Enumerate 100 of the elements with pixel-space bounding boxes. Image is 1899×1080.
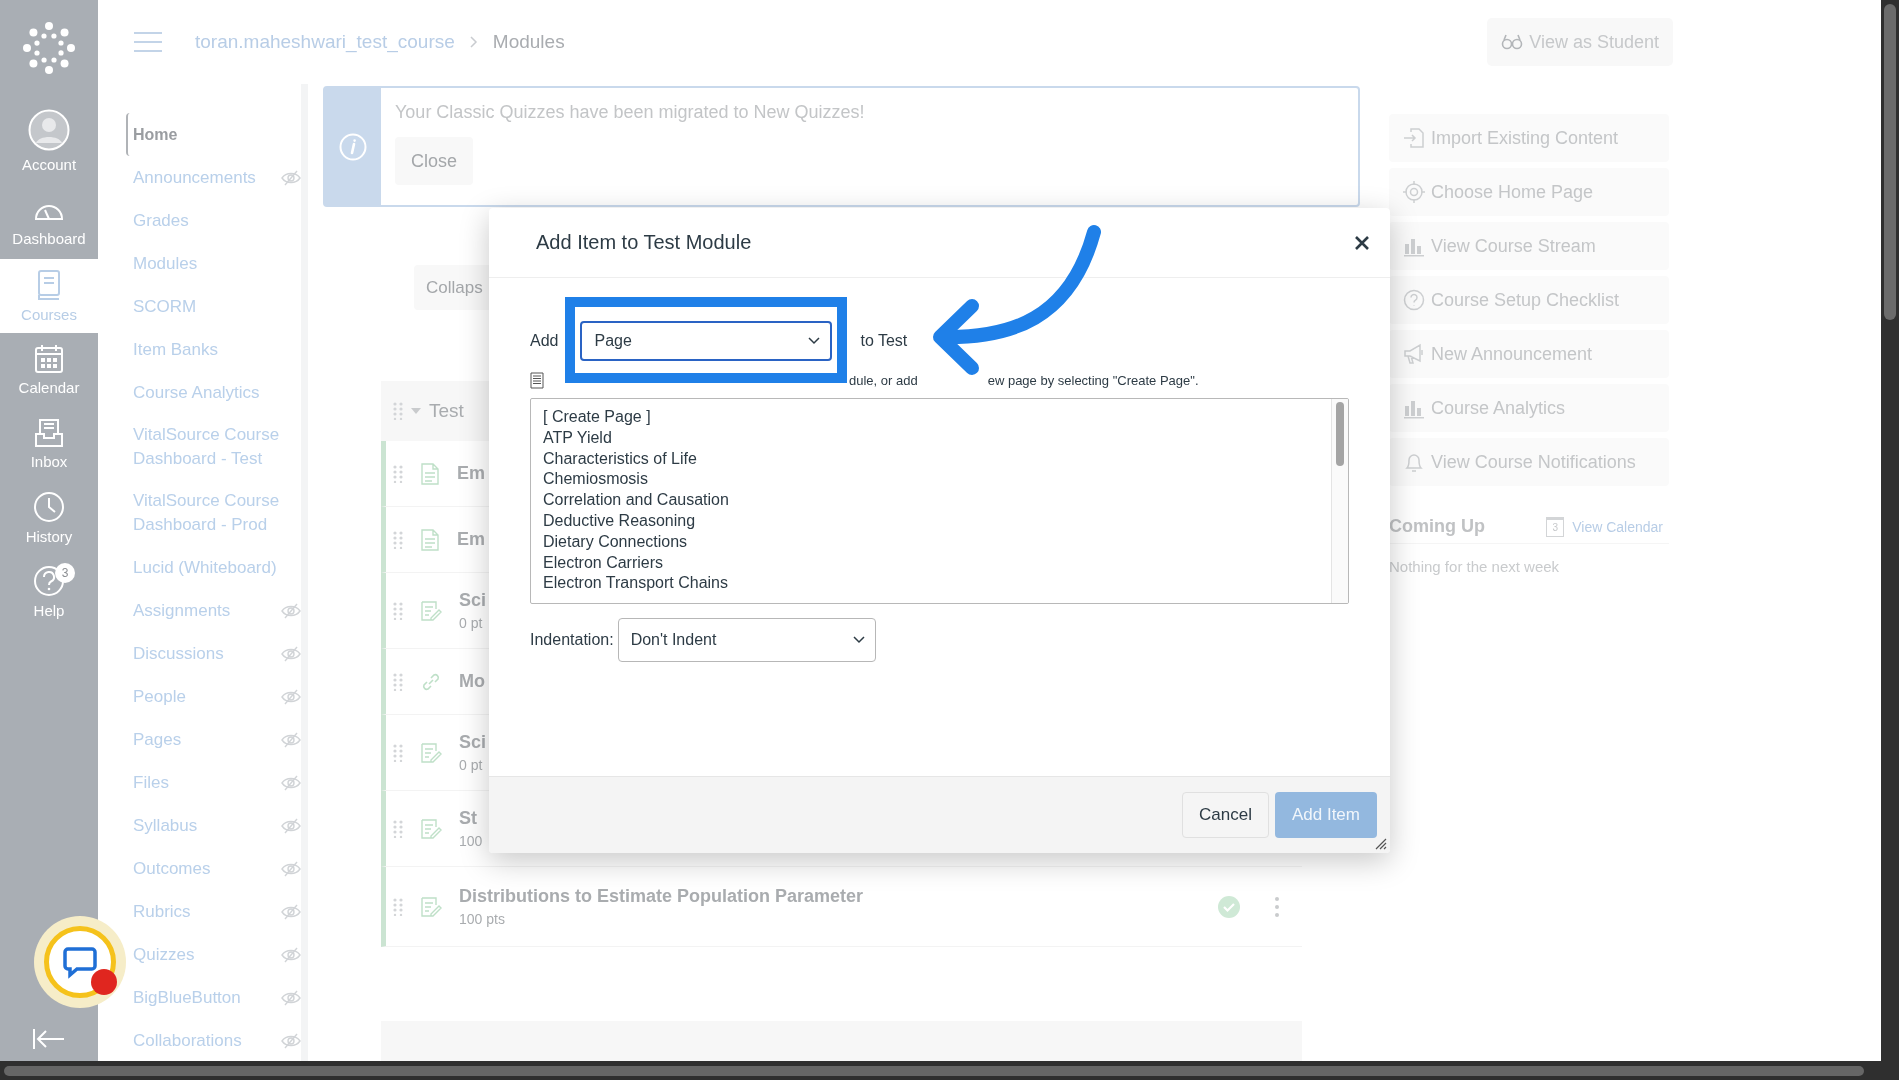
- logo-icon[interactable]: [23, 22, 75, 74]
- notification-dot: [91, 969, 117, 995]
- breadcrumb-link[interactable]: toran.maheshwari_test_course: [195, 31, 455, 53]
- list-option[interactable]: Chemiosmosis: [543, 469, 1319, 491]
- hidden-eye-icon: [281, 860, 301, 877]
- resize-grip-icon[interactable]: [1375, 838, 1387, 850]
- nav-item[interactable]: History: [0, 481, 98, 555]
- avatar-icon: [28, 108, 70, 151]
- module-item-title[interactable]: St: [459, 808, 483, 830]
- drag-handle-icon[interactable]: [393, 530, 403, 549]
- drag-handle-icon[interactable]: [393, 464, 403, 483]
- course-nav-item[interactable]: Assignments: [133, 589, 301, 632]
- list-option[interactable]: ATP Yield: [543, 427, 1319, 449]
- glasses-icon: [1501, 34, 1524, 50]
- course-nav-item[interactable]: Pages: [133, 718, 301, 761]
- course-nav-item[interactable]: Item Banks: [133, 328, 301, 371]
- chevron-down-icon: [808, 337, 821, 345]
- course-nav-item[interactable]: Course Analytics: [133, 371, 301, 414]
- list-option[interactable]: Characteristics of Life: [543, 448, 1319, 470]
- course-nav-item[interactable]: Home: [126, 113, 289, 156]
- close-icon[interactable]: [1354, 234, 1370, 251]
- calendar-icon: 3: [1546, 516, 1565, 537]
- course-nav-item[interactable]: Rubrics: [133, 890, 301, 933]
- more-options-icon[interactable]: [1274, 895, 1280, 918]
- hint-text: ew page by selecting "Create Page".: [987, 372, 1199, 388]
- calendar-icon: [34, 344, 64, 374]
- course-nav-item[interactable]: VitalSource Course Dashboard - Prod: [133, 480, 301, 546]
- indentation-select[interactable]: Don't Indent: [617, 618, 876, 662]
- book-icon: [35, 269, 63, 301]
- close-button[interactable]: Close: [395, 137, 474, 185]
- nav-item[interactable]: Dashboard: [0, 185, 98, 259]
- drag-handle-icon[interactable]: [393, 743, 403, 762]
- module-item-title[interactable]: Mo: [459, 671, 485, 693]
- import-icon: [1403, 127, 1425, 149]
- page-list[interactable]: [ Create Page ] ATP Yield Characteristics of Life Chemiosmosis Correlation and Causation Deductive Reasoning Dietary Connections Electron Carriers Electron Transport Chains: [530, 398, 1349, 604]
- scrollbar-thumb[interactable]: [1336, 402, 1344, 466]
- hidden-eye-icon: [281, 903, 301, 920]
- module-item-title[interactable]: Sci: [459, 590, 487, 612]
- list-option[interactable]: [ Create Page ]: [543, 407, 1319, 428]
- list-option[interactable]: Electron Transport Chains: [543, 573, 1319, 595]
- course-nav-item[interactable]: BigBlueButton: [133, 976, 301, 1019]
- list-option[interactable]: Electron Carriers: [543, 552, 1319, 574]
- clock-icon: [33, 491, 65, 523]
- drag-handle-icon[interactable]: [393, 402, 403, 421]
- collapse-icon[interactable]: [32, 1028, 66, 1050]
- module-item-title[interactable]: Em: [457, 529, 485, 551]
- drag-handle-icon[interactable]: [393, 897, 403, 916]
- hidden-eye-icon: [281, 688, 301, 705]
- list-option[interactable]: Deductive Reasoning: [543, 511, 1319, 532]
- course-nav-item[interactable]: People: [133, 675, 301, 718]
- course-nav-item[interactable]: Announcements: [133, 156, 301, 199]
- hidden-eye-icon: [281, 817, 301, 834]
- caret-icon[interactable]: [411, 407, 421, 416]
- breadcrumb-current: Modules: [492, 31, 565, 53]
- course-nav-item[interactable]: Syllabus: [133, 804, 301, 847]
- course-nav-item[interactable]: Collaborations: [133, 1019, 301, 1062]
- course-nav-item[interactable]: Quizzes: [133, 933, 301, 976]
- nav-item[interactable]: Account: [0, 96, 98, 185]
- course-nav-item[interactable]: Modules: [133, 242, 301, 285]
- bell-icon: [1403, 451, 1425, 473]
- drag-handle-icon[interactable]: [393, 672, 403, 691]
- chevron-icon: [468, 35, 479, 49]
- course-nav-item[interactable]: VitalSource Course Dashboard - Test: [133, 414, 301, 480]
- course-nav-item[interactable]: Files: [133, 761, 301, 804]
- nav-item[interactable]: 3 Help: [0, 555, 98, 629]
- list-option[interactable]: Correlation and Causation: [543, 490, 1319, 511]
- nav-item[interactable]: Calendar: [0, 333, 98, 407]
- coming-up-heading: Coming Up: [1389, 516, 1485, 537]
- quiz-icon: [420, 895, 442, 918]
- nav-item[interactable]: Inbox: [0, 407, 98, 481]
- module-item-title[interactable]: Em: [457, 463, 485, 485]
- hidden-eye-icon: [281, 774, 301, 791]
- menu-icon[interactable]: [133, 31, 163, 53]
- help-icon: [1403, 289, 1425, 311]
- drag-handle-icon[interactable]: [393, 819, 403, 838]
- view-calendar-link[interactable]: View Calendar: [1572, 518, 1663, 535]
- course-nav-item[interactable]: Lucid (Whiteboard): [133, 546, 301, 589]
- info-icon: [339, 132, 367, 161]
- notice-message: Your Classic Quizzes have been migrated to New Quizzes!: [395, 102, 865, 123]
- module-item-title[interactable]: Sci: [459, 732, 487, 754]
- notification-badge: 3: [55, 563, 75, 583]
- points-label: 100 pts: [459, 911, 506, 928]
- to-module-label: to Test: [860, 332, 908, 350]
- list-option[interactable]: Dietary Connections: [543, 531, 1319, 553]
- item-type-select[interactable]: Page: [580, 321, 833, 361]
- chat-button[interactable]: [44, 926, 116, 998]
- course-nav-item[interactable]: Grades: [133, 199, 301, 242]
- nav-item[interactable]: Courses: [0, 259, 98, 333]
- hidden-eye-icon: [281, 1032, 301, 1049]
- cancel-button[interactable]: Cancel: [1182, 792, 1269, 838]
- module-item-title[interactable]: Distributions to Estimate Population Parameter: [459, 886, 864, 908]
- published-check-icon[interactable]: [1217, 894, 1241, 919]
- hidden-eye-icon: [281, 645, 301, 662]
- course-nav-item[interactable]: Discussions: [133, 632, 301, 675]
- course-nav-item[interactable]: Outcomes: [133, 847, 301, 890]
- course-nav-item[interactable]: SCORM: [133, 285, 301, 328]
- hidden-eye-icon: [281, 989, 301, 1006]
- target-icon: [1403, 181, 1425, 203]
- quiz-icon: [420, 741, 442, 764]
- drag-handle-icon[interactable]: [393, 601, 403, 620]
